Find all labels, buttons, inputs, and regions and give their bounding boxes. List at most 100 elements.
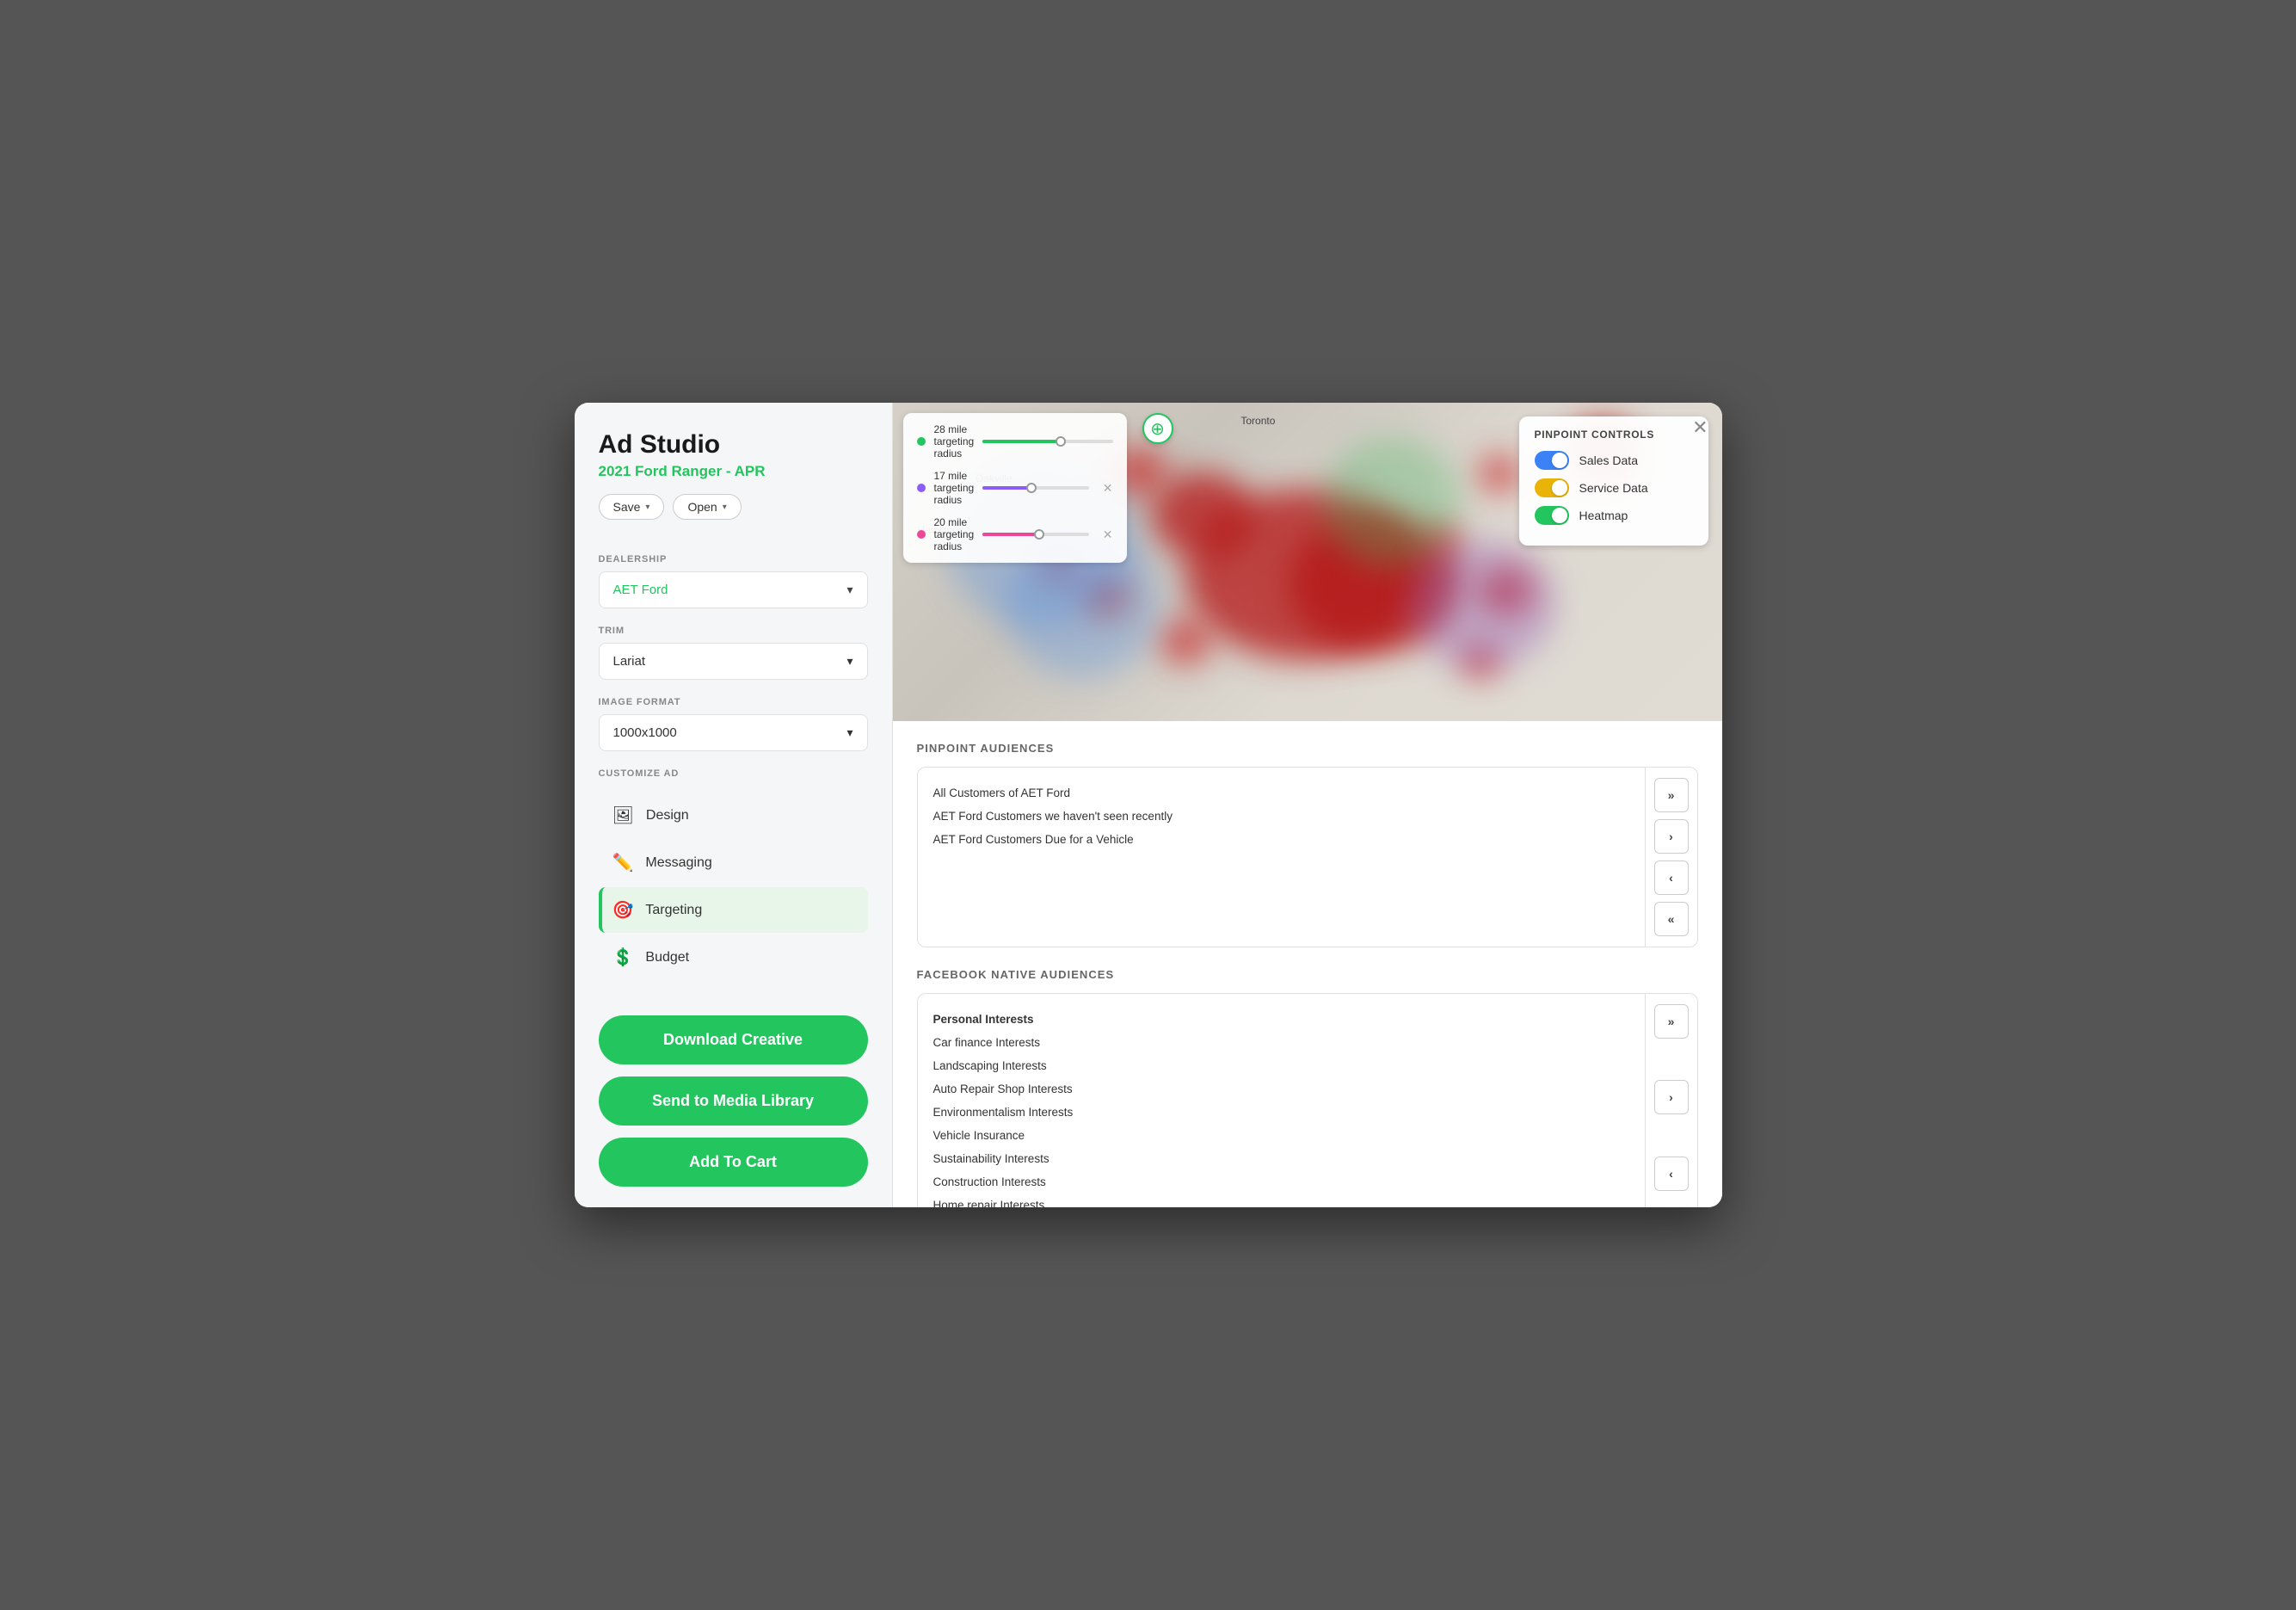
facebook-audiences-card: Personal Interests Car finance Interests… — [917, 993, 1698, 1207]
send-to-media-library-button[interactable]: Send to Media Library — [599, 1076, 868, 1126]
save-button[interactable]: Save ▾ — [599, 494, 665, 520]
trim-dropdown[interactable]: Lariat ▾ — [599, 643, 868, 680]
format-chevron-icon: ▾ — [846, 725, 853, 740]
heatmap-blob-9 — [1478, 454, 1521, 493]
service-data-toggle[interactable] — [1535, 478, 1569, 497]
heatmap-toggle-row: Heatmap — [1535, 506, 1693, 525]
save-chevron-icon: ▾ — [645, 503, 649, 512]
dealership-dropdown[interactable]: AET Ford ▾ — [599, 571, 868, 608]
trim-label: TRIM — [599, 626, 868, 636]
sidebar-item-label: Budget — [645, 950, 689, 965]
radius-label-1: 28 mile targeting radius — [934, 423, 975, 460]
content-area: ✕ Toronto — [893, 403, 1722, 1207]
radius-dot-1 — [917, 437, 926, 446]
radius-label-3: 20 mile targeting radius — [934, 516, 975, 552]
close-button[interactable]: ✕ — [1692, 416, 1708, 439]
slider-thumb-3 — [1034, 529, 1044, 540]
map-area: Toronto Oakville Hamilton ⊕ 28 mile targ… — [893, 403, 1722, 721]
heatmap-label: Heatmap — [1579, 509, 1628, 522]
heatmap-blob-6 — [1160, 618, 1211, 665]
dealership-label: DEALERSHIP — [599, 554, 868, 564]
move-right-button[interactable]: › — [1654, 819, 1689, 854]
pinpoint-audiences-heading: PINPOINT AUDIENCES — [917, 742, 1698, 755]
toolbar-buttons: Save ▾ Open ▾ — [599, 494, 868, 520]
remove-radius-2-button[interactable]: ✕ — [1103, 481, 1113, 496]
radius-slider-3[interactable] — [982, 533, 1089, 536]
sidebar-item-budget[interactable]: 💲 Budget — [599, 935, 868, 980]
add-targeting-button[interactable]: ⊕ — [1142, 413, 1173, 444]
toggle-knob — [1552, 508, 1567, 523]
remove-radius-3-button[interactable]: ✕ — [1103, 527, 1113, 542]
list-item: Home repair Interests — [933, 1194, 1629, 1207]
toggle-knob — [1552, 480, 1567, 496]
slider-fill-2 — [982, 486, 1031, 490]
radius-row-2: 17 mile targeting radius ✕ — [917, 470, 1113, 506]
sidebar-item-targeting[interactable]: 🎯 Targeting — [599, 887, 868, 933]
facebook-audience-list: Personal Interests Car finance Interests… — [918, 994, 1645, 1207]
list-item: AET Ford Customers we haven't seen recen… — [933, 805, 1629, 828]
facebook-audience-controls: » › ‹ « — [1645, 994, 1697, 1207]
download-creative-button[interactable]: Download Creative — [599, 1015, 868, 1064]
radius-slider-2[interactable] — [982, 486, 1089, 490]
slider-thumb-2 — [1026, 483, 1037, 493]
sidebar-item-label: Design — [646, 808, 689, 824]
heatmap-blob-3 — [1151, 472, 1254, 558]
move-all-left-button[interactable]: « — [1654, 902, 1689, 936]
slider-thumb-1 — [1056, 436, 1066, 447]
toggle-knob — [1552, 453, 1567, 468]
design-icon: 🖼 — [612, 805, 634, 826]
app-title: Ad Studio — [599, 430, 868, 460]
list-item: Auto Repair Shop Interests — [933, 1077, 1629, 1101]
list-item: All Customers of AET Ford — [933, 781, 1629, 805]
customize-label: CUSTOMIZE AD — [599, 768, 868, 779]
add-icon: ⊕ — [1150, 418, 1165, 440]
action-buttons: Download Creative Send to Media Library … — [599, 1015, 868, 1187]
move-all-right-button[interactable]: » — [1654, 778, 1689, 812]
sidebar-item-label: Targeting — [645, 903, 702, 918]
list-item: Environmentalism Interests — [933, 1101, 1629, 1124]
trim-value: Lariat — [613, 654, 646, 669]
service-data-label: Service Data — [1579, 481, 1648, 495]
list-item: AET Ford Customers Due for a Vehicle — [933, 828, 1629, 851]
list-item: Landscaping Interests — [933, 1054, 1629, 1077]
sales-data-toggle[interactable] — [1535, 451, 1569, 470]
image-format-value: 1000x1000 — [613, 725, 677, 740]
fb-move-all-right-button[interactable]: » — [1654, 1004, 1689, 1039]
slider-fill-1 — [982, 440, 1061, 443]
radius-row-3: 20 mile targeting radius ✕ — [917, 516, 1113, 552]
open-chevron-icon: ▾ — [723, 503, 727, 512]
heatmap-toggle[interactable] — [1535, 506, 1569, 525]
list-item: Construction Interests — [933, 1170, 1629, 1194]
open-button[interactable]: Open ▾ — [673, 494, 741, 520]
fb-move-right-button[interactable]: › — [1654, 1080, 1689, 1114]
pinpoint-audiences-card: All Customers of AET Ford AET Ford Custo… — [917, 767, 1698, 947]
heatmap-blob-green1 — [1323, 437, 1461, 566]
radius-slider-1[interactable] — [982, 440, 1112, 443]
radius-dot-2 — [917, 484, 926, 492]
list-item: Car finance Interests — [933, 1031, 1629, 1054]
image-format-dropdown[interactable]: 1000x1000 ▾ — [599, 714, 868, 751]
campaign-title: 2021 Ford Ranger - APR — [599, 463, 868, 480]
city-label-toronto: Toronto — [1240, 415, 1275, 427]
pinpoint-audience-list: All Customers of AET Ford AET Ford Custo… — [918, 768, 1645, 947]
fb-move-left-button[interactable]: ‹ — [1654, 1157, 1689, 1191]
radius-dot-3 — [917, 530, 926, 539]
sidebar-item-design[interactable]: 🖼 Design — [599, 793, 868, 838]
sidebar: Ad Studio 2021 Ford Ranger - APR Save ▾ … — [575, 403, 893, 1207]
content-body: PINPOINT AUDIENCES All Customers of AET … — [893, 721, 1722, 1207]
sales-data-toggle-row: Sales Data — [1535, 451, 1693, 470]
pinpoint-controls-panel: PINPOINT CONTROLS Sales Data Service Dat… — [1519, 416, 1708, 546]
image-format-label: IMAGE FORMAT — [599, 697, 868, 707]
move-left-button[interactable]: ‹ — [1654, 861, 1689, 895]
add-to-cart-button[interactable]: Add To Cart — [599, 1138, 868, 1187]
radius-row-1: 28 mile targeting radius — [917, 423, 1113, 460]
pinpoint-controls-title: PINPOINT CONTROLS — [1535, 429, 1693, 441]
service-data-toggle-row: Service Data — [1535, 478, 1693, 497]
slider-fill-3 — [982, 533, 1037, 536]
budget-icon: 💲 — [612, 947, 634, 968]
list-item: Vehicle Insurance — [933, 1124, 1629, 1147]
facebook-audiences-heading: FACEBOOK NATIVE AUDIENCES — [917, 968, 1698, 981]
trim-chevron-icon: ▾ — [846, 654, 853, 669]
sidebar-item-messaging[interactable]: ✏️ Messaging — [599, 840, 868, 885]
targeting-icon: 🎯 — [612, 899, 634, 921]
